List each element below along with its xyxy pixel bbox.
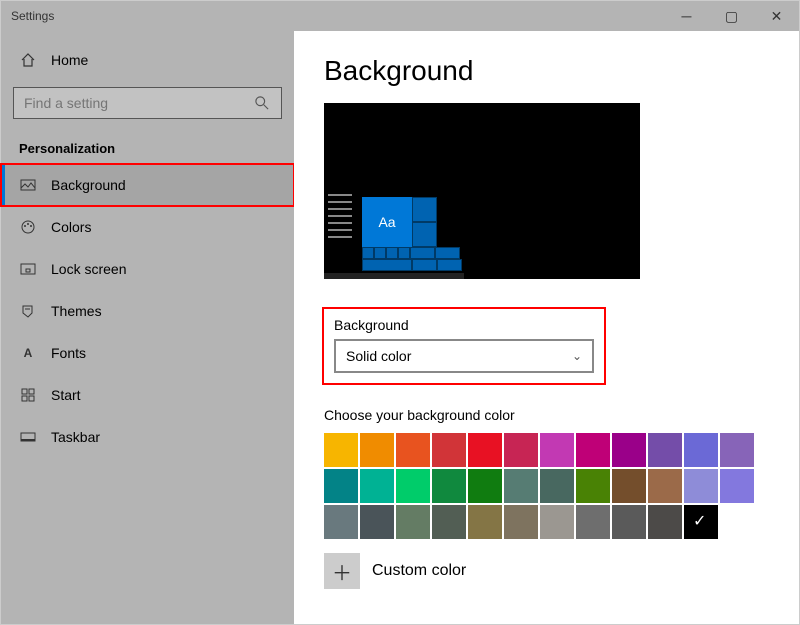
themes-icon (19, 302, 37, 320)
window-body: Home Personalization Background (1, 31, 799, 624)
custom-color-label: Custom color (372, 562, 466, 580)
color-swatch[interactable] (432, 469, 466, 503)
search-icon (253, 94, 271, 112)
color-swatch[interactable] (396, 505, 430, 539)
nav-home-label: Home (51, 52, 88, 68)
nav-item-label: Fonts (51, 345, 86, 361)
nav-item-taskbar[interactable]: Taskbar (1, 416, 294, 458)
nav-item-colors[interactable]: Colors (1, 206, 294, 248)
color-swatch[interactable] (540, 469, 574, 503)
nav-item-fonts[interactable]: A Fonts (1, 332, 294, 374)
nav-item-label: Background (51, 177, 126, 193)
color-swatch[interactable] (468, 469, 502, 503)
nav-item-label: Start (51, 387, 81, 403)
color-swatch[interactable] (684, 469, 718, 503)
sidebar: Home Personalization Background (1, 31, 294, 624)
lock-screen-icon (19, 260, 37, 278)
window-title: Settings (11, 9, 54, 23)
color-swatch[interactable] (504, 505, 538, 539)
window-controls: ─ ▢ ✕ (664, 1, 799, 31)
color-swatch[interactable] (360, 505, 394, 539)
color-swatch[interactable] (684, 433, 718, 467)
custom-color-row: ＋ Custom color (324, 553, 799, 589)
start-icon (19, 386, 37, 404)
color-swatch[interactable] (504, 469, 538, 503)
color-swatch[interactable] (648, 469, 682, 503)
custom-color-button[interactable]: ＋ (324, 553, 360, 589)
color-swatch[interactable] (648, 505, 682, 539)
palette-icon (19, 218, 37, 236)
nav-item-label: Lock screen (51, 261, 126, 277)
color-swatch[interactable] (684, 505, 718, 539)
color-swatch[interactable] (720, 433, 754, 467)
maximize-button[interactable]: ▢ (709, 1, 754, 31)
nav-item-lock-screen[interactable]: Lock screen (1, 248, 294, 290)
color-swatch[interactable] (612, 433, 646, 467)
color-swatch[interactable] (504, 433, 538, 467)
color-swatch[interactable] (540, 505, 574, 539)
search-wrap (1, 79, 294, 127)
color-swatch[interactable] (324, 433, 358, 467)
color-swatch[interactable] (576, 469, 610, 503)
background-dropdown-value: Solid color (346, 348, 411, 364)
desktop-preview: Aa (324, 103, 640, 279)
titlebar: Settings ─ ▢ ✕ (1, 1, 799, 31)
search-box[interactable] (13, 87, 282, 119)
color-swatch[interactable] (612, 505, 646, 539)
choose-color-label: Choose your background color (324, 407, 799, 423)
nav-item-themes[interactable]: Themes (1, 290, 294, 332)
color-swatch[interactable] (432, 505, 466, 539)
color-swatch[interactable] (324, 469, 358, 503)
plus-icon: ＋ (332, 557, 352, 586)
nav-item-background[interactable]: Background (1, 164, 294, 206)
color-swatch[interactable] (540, 433, 574, 467)
color-swatch[interactable] (468, 433, 502, 467)
search-input[interactable] (24, 95, 244, 111)
background-dropdown[interactable]: Solid color ⌄ (334, 339, 594, 373)
page-title: Background (324, 55, 799, 87)
nav-item-label: Taskbar (51, 429, 100, 445)
color-swatch[interactable] (576, 433, 610, 467)
home-icon (19, 51, 37, 69)
taskbar-icon (19, 428, 37, 446)
preview-tile-sample: Aa (362, 197, 412, 247)
background-field-label: Background (334, 317, 594, 333)
color-swatch[interactable] (576, 505, 610, 539)
settings-window: Settings ─ ▢ ✕ Home Person (0, 0, 800, 625)
content-area: Background Aa (294, 31, 799, 624)
color-swatch[interactable] (360, 469, 394, 503)
color-swatch[interactable] (648, 433, 682, 467)
preview-start-list (328, 194, 352, 243)
color-swatch[interactable] (324, 505, 358, 539)
color-swatch[interactable] (360, 433, 394, 467)
preview-tiles: Aa (362, 197, 462, 271)
color-swatch[interactable] (612, 469, 646, 503)
nav-item-label: Colors (51, 219, 91, 235)
background-type-section: Background Solid color ⌄ (324, 309, 604, 383)
picture-icon (19, 176, 37, 194)
color-swatch[interactable] (432, 433, 466, 467)
color-grid (324, 433, 756, 539)
close-button[interactable]: ✕ (754, 1, 799, 31)
color-swatch[interactable] (468, 505, 502, 539)
color-swatch[interactable] (396, 433, 430, 467)
minimize-button[interactable]: ─ (664, 1, 709, 31)
nav-category: Personalization (1, 127, 294, 164)
chevron-down-icon: ⌄ (572, 349, 582, 363)
preview-taskbar (324, 273, 464, 279)
color-swatch[interactable] (720, 469, 754, 503)
fonts-icon: A (19, 344, 37, 362)
nav-item-label: Themes (51, 303, 102, 319)
nav-home[interactable]: Home (1, 41, 294, 79)
nav-item-start[interactable]: Start (1, 374, 294, 416)
color-swatch[interactable] (396, 469, 430, 503)
